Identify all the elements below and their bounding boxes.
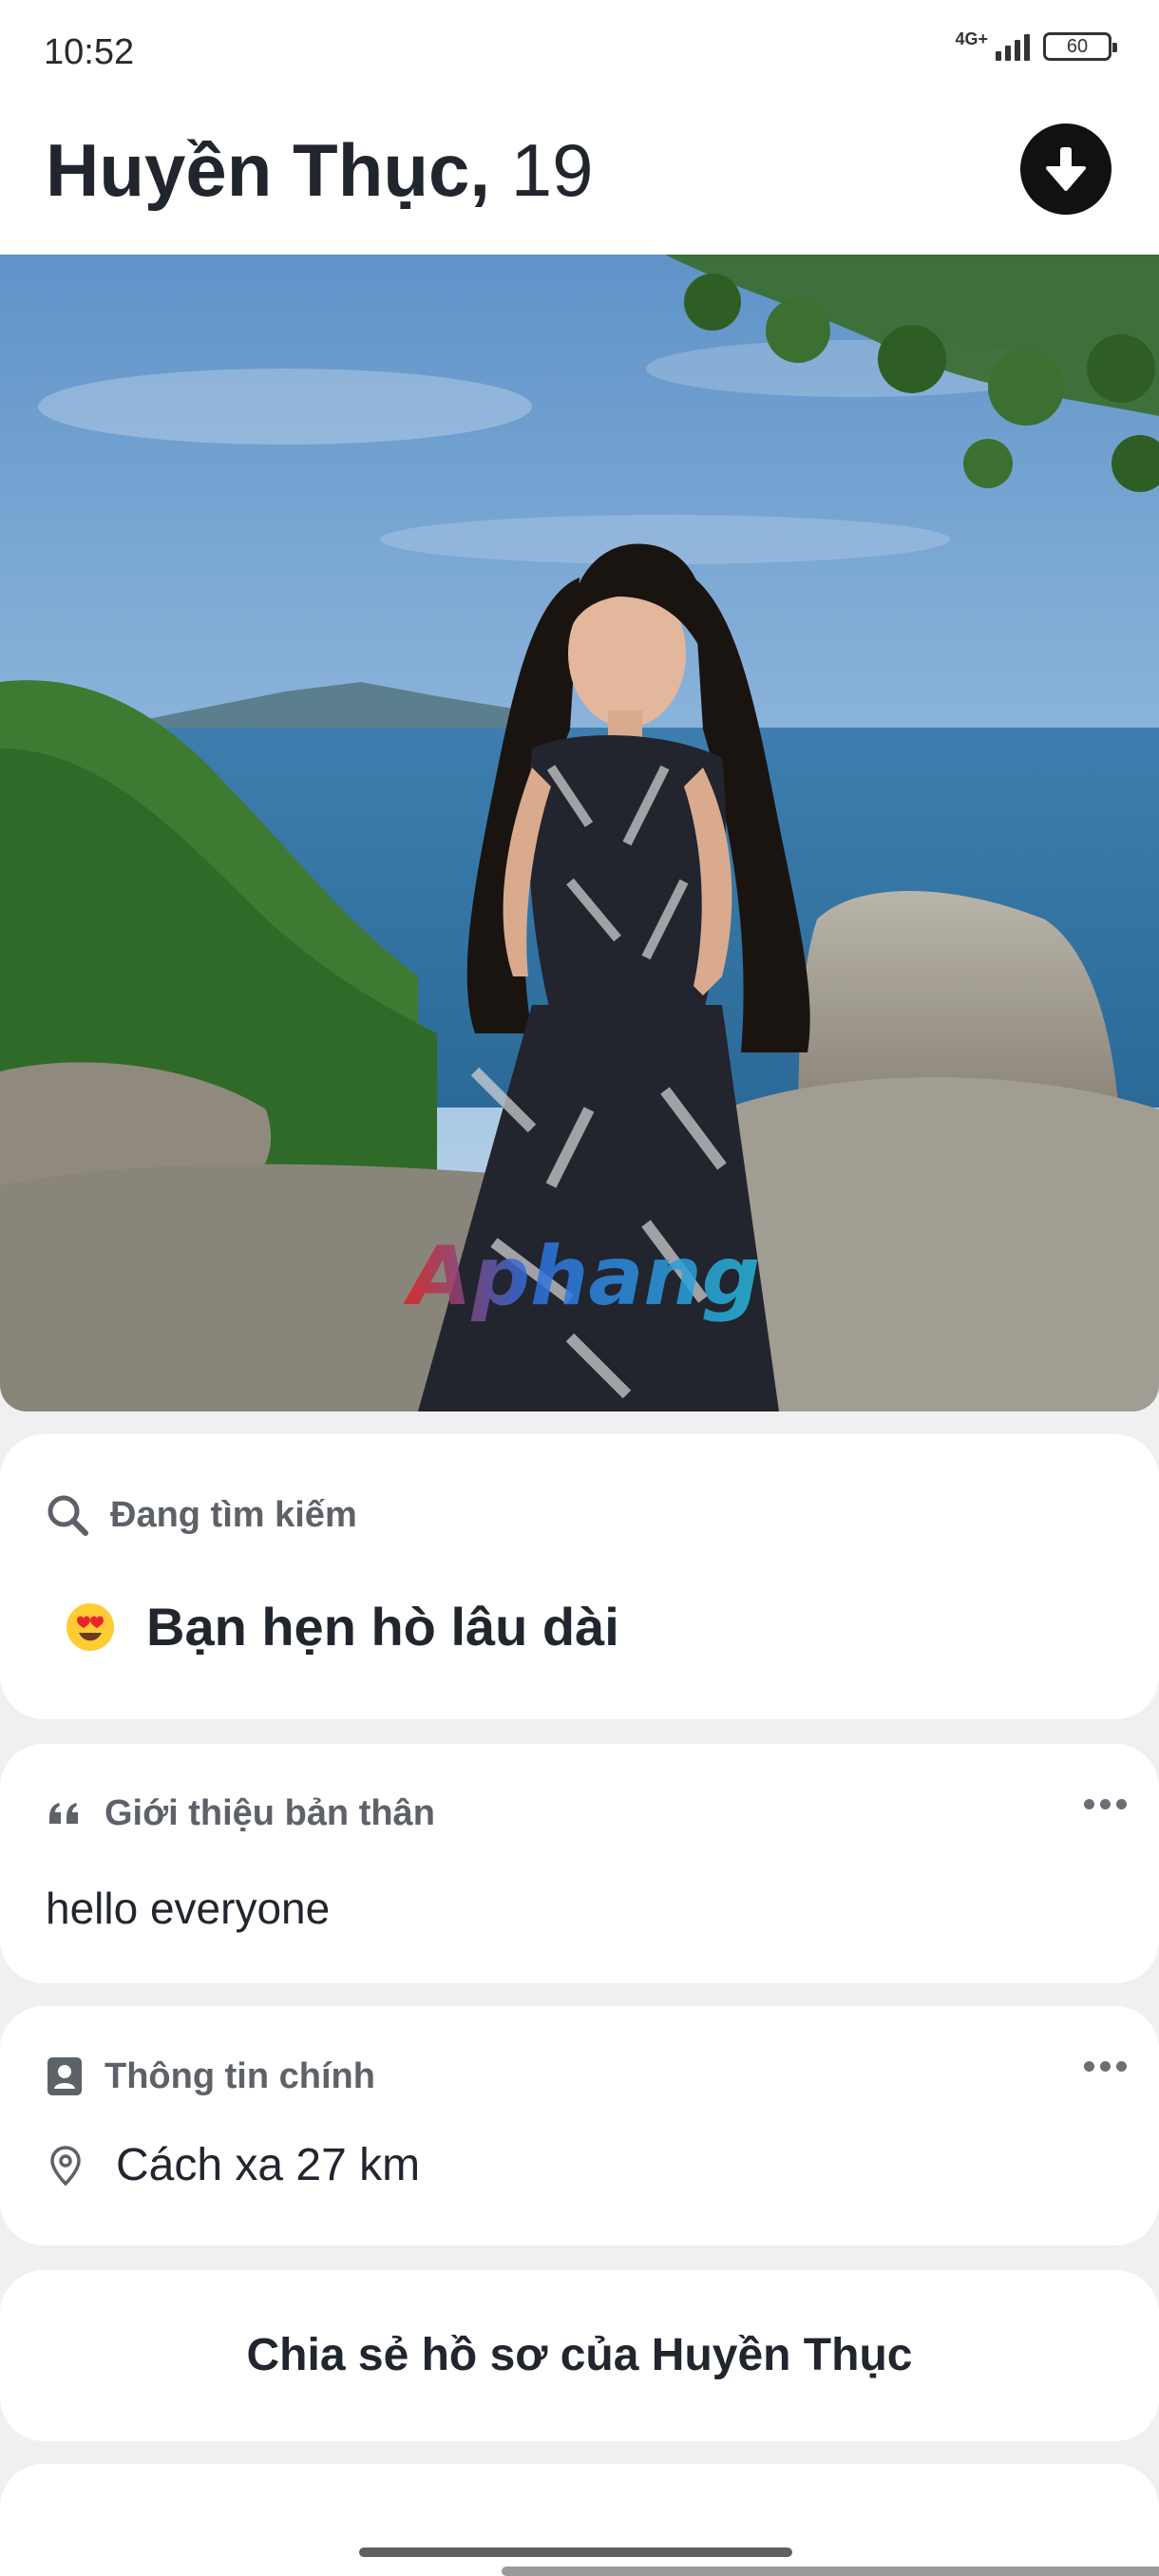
home-indicator[interactable] <box>359 2548 792 2557</box>
profile-photo[interactable]: Aphang <box>0 255 1159 1411</box>
collapse-profile-button[interactable] <box>1020 123 1112 215</box>
location-pin-icon <box>50 2145 81 2186</box>
share-profile-card[interactable]: Chia sẻ hồ sơ của Huyền Thục <box>0 2270 1159 2441</box>
battery-level: 60 <box>1066 35 1089 57</box>
more-options-icon[interactable] <box>1084 1799 1127 1809</box>
basics-header: Thông tin chính <box>46 2055 375 2097</box>
basics-title: Thông tin chính <box>104 2055 375 2096</box>
profile-age: 19 <box>510 128 594 212</box>
arrow-down-icon <box>1046 147 1086 191</box>
heart-eyes-emoji-icon <box>66 1602 114 1651</box>
looking-for-value: Bạn hẹn hò lâu dài <box>65 1596 619 1657</box>
network-type: 4G+ <box>955 29 988 48</box>
profile-photo-image: Aphang <box>0 255 1159 1411</box>
id-card-icon <box>48 2057 82 2095</box>
status-icons: 4G+ 60 <box>955 29 1117 61</box>
photo-watermark: Aphang <box>403 1229 760 1324</box>
status-bar: 10:52 4G+ 60 <box>0 0 1159 104</box>
looking-for-text: Bạn hẹn hò lâu dài <box>146 1597 619 1657</box>
distance-text: Cách xa 27 km <box>116 2140 421 2190</box>
scroll-indicator <box>502 2567 1159 2576</box>
search-icon <box>48 1495 88 1536</box>
share-profile-button[interactable]: Chia sẻ hồ sơ của Huyền Thục <box>0 2329 1159 2381</box>
status-time: 10:52 <box>44 32 135 72</box>
distance-row: Cách xa 27 km <box>49 2139 420 2191</box>
profile-header: Huyền Thục, 19 <box>0 104 1159 255</box>
looking-for-title: Đang tìm kiếm <box>110 1494 357 1535</box>
basics-card: Thông tin chính Cách xa 27 km <box>0 2006 1159 2245</box>
bio-title: Giới thiệu bản thân <box>104 1793 435 1833</box>
signal-icon <box>996 32 1030 61</box>
quote-icon <box>49 1802 78 1824</box>
profile-title: Huyền Thục, 19 <box>46 127 593 214</box>
looking-for-card: Đang tìm kiếm Bạn hẹn hò lâu dài <box>0 1434 1159 1719</box>
next-card <box>0 2464 1159 2576</box>
profile-name: Huyền Thục, <box>46 128 491 212</box>
looking-for-header: Đang tìm kiếm <box>46 1493 357 1537</box>
bio-card: Giới thiệu bản thân hello everyone <box>0 1744 1159 1983</box>
bio-header: Giới thiệu bản thân <box>46 1793 435 1834</box>
more-options-icon[interactable] <box>1084 2061 1127 2072</box>
battery-icon: 60 <box>1043 32 1117 61</box>
bio-text: hello everyone <box>46 1884 331 1933</box>
